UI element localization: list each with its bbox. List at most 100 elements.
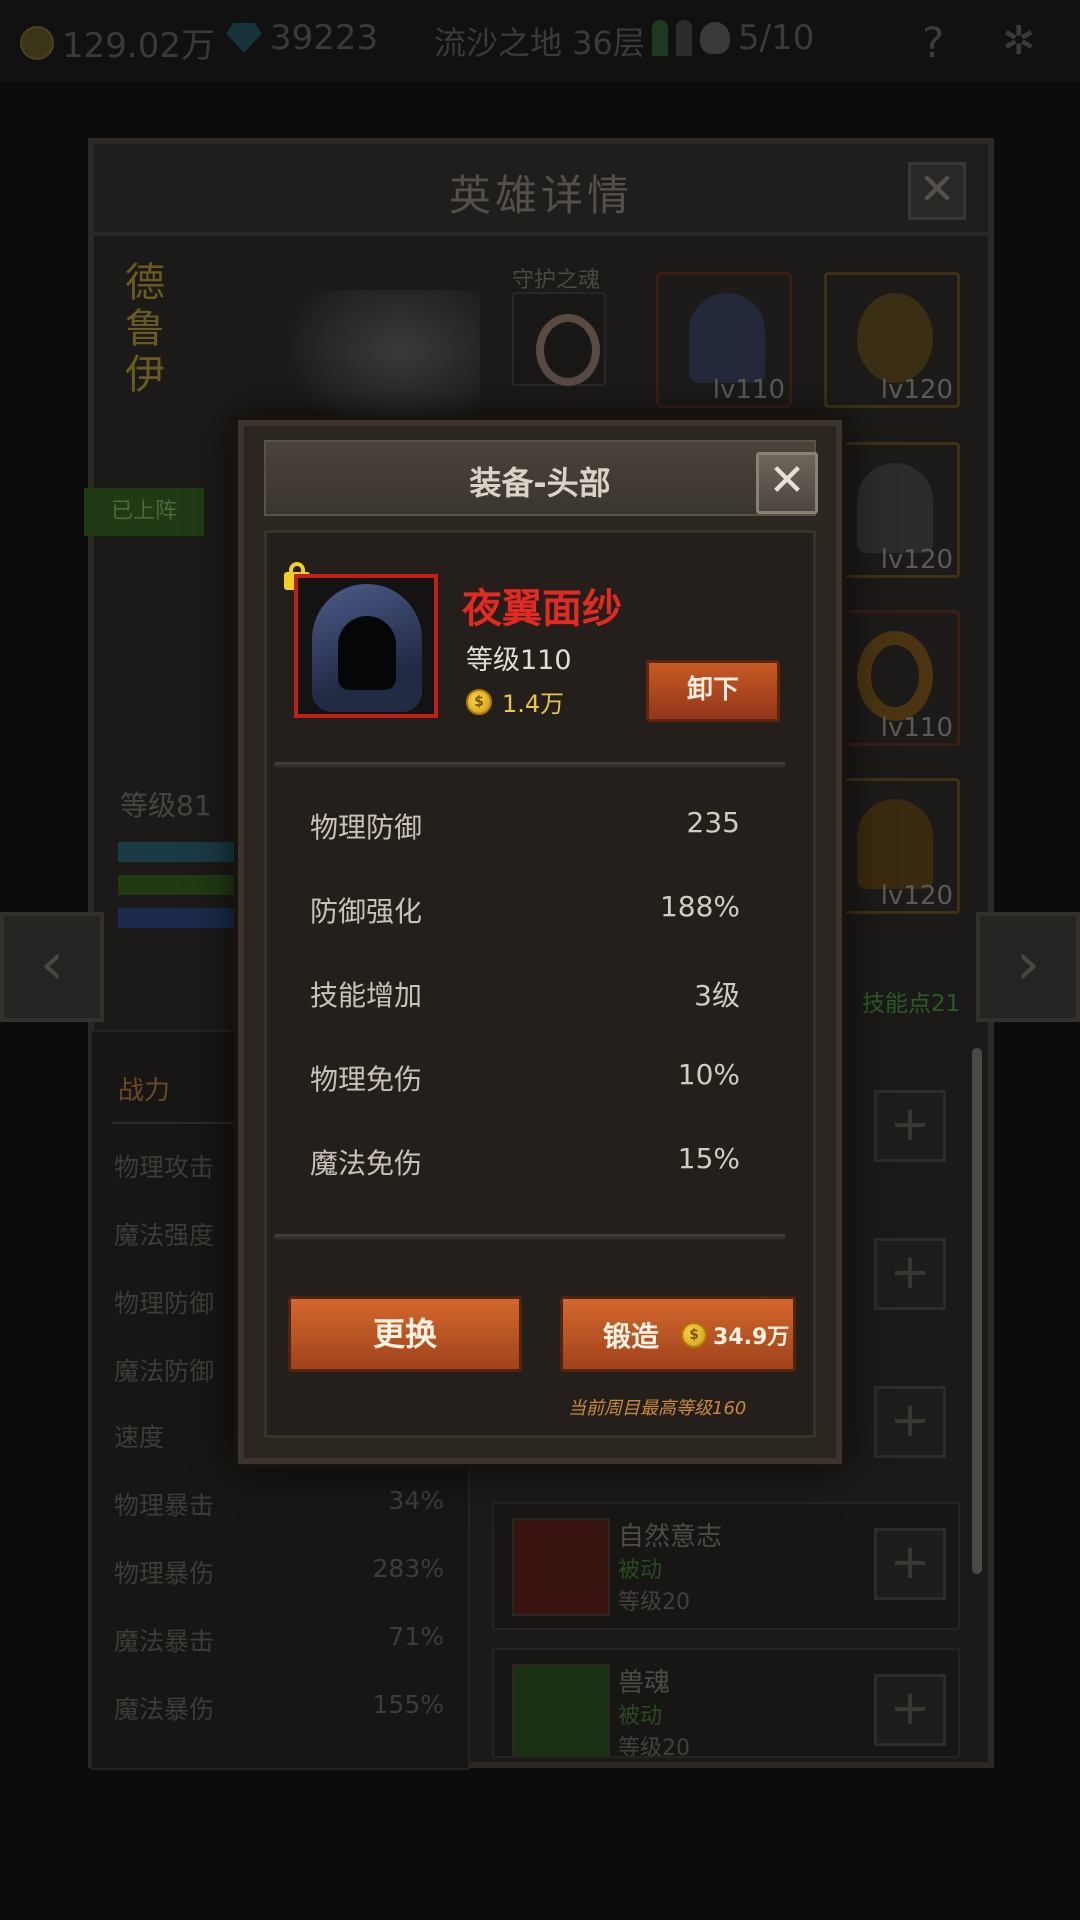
hero-portrait-wolf [280,290,480,440]
skill-name: 自然意志 [618,1522,723,1552]
paw-icon [512,1518,610,1616]
skill-upgrade-button[interactable]: + [874,1528,946,1600]
equipment-modal: 装备-头部 ✕ 夜翼面纱 等级110 $ 1.4万 卸下 物理防御 235 防御强… [238,420,842,1464]
guard-soul-label: 守护之魂 [512,268,601,293]
skill-card[interactable]: 自然意志 被动 等级20 + [492,1502,960,1630]
prev-hero-button[interactable]: ‹ [0,912,104,1022]
ring-icon [857,631,933,721]
key-icon-2 [676,20,692,56]
attribute-label: 魔法免伤 [310,1147,423,1180]
forge-cost-value: 34.9万 [713,1325,790,1350]
attribute-label: 物理免伤 [310,1063,423,1096]
wing-icon [857,799,933,889]
hero-name: 德 鲁 伊 [120,260,170,398]
equip-slot-armor[interactable]: lv120 [824,442,960,578]
skill-level: 等级20 [618,1736,690,1758]
location-label: 流沙之地 36层 [434,18,645,64]
equip-slot-head[interactable]: lv110 [656,272,792,408]
attribute-value: 188% [659,890,740,923]
skill-upgrade-button[interactable]: + [874,1238,946,1310]
attribute-row: 物理免伤 10% [310,1058,740,1098]
hood-icon [689,293,765,383]
equip-level: lv120 [880,881,953,911]
key-amount: 5/10 [738,18,815,58]
equip-level: lv110 [712,375,785,405]
skill-upgrade-button[interactable]: + [874,1386,946,1458]
top-status-bar: 129.02万 39223 流沙之地 36层 5/10 ? ✲ [0,0,1080,82]
hero-bars [118,842,238,941]
coin-icon: $ [466,688,492,715]
close-icon[interactable]: ✕ [756,452,818,514]
stat-value: 155% [372,1690,444,1719]
help-icon: ? [922,18,945,67]
stats-header: 战力 [118,1076,171,1106]
equip-slot-accessory[interactable]: lv120 [824,272,960,408]
stat-label: 物理暴击 [114,1491,215,1520]
skill-type: 被动 [618,1558,663,1583]
attribute-label: 技能增加 [310,979,423,1012]
guard-soul-snake-icon[interactable] [512,292,606,386]
equip-level: lv120 [880,545,953,575]
item-level: 等级110 [466,645,572,676]
divider [274,1234,786,1240]
item-price-value: 1.4万 [502,690,565,718]
replace-button[interactable]: 更换 [288,1296,522,1372]
mana-bar [118,908,238,928]
attribute-value: 3级 [694,979,740,1012]
forge-button[interactable]: 锻造 $ 34.9万 [560,1296,796,1372]
stat-row: 魔法暴击 71% [114,1622,444,1662]
skill-card[interactable]: 兽魂 被动 等级20 + [492,1648,960,1758]
hood-inner [338,616,396,690]
stat-row: 物理暴伤 283% [114,1554,444,1594]
attribute-row: 防御强化 188% [310,890,740,930]
divider [274,762,786,768]
skill-type: 被动 [618,1704,663,1729]
attribute-value: 10% [677,1058,740,1091]
forge-cost: $ 34.9万 [681,1319,789,1351]
skill-upgrade-button[interactable]: + [874,1674,946,1746]
unequip-button[interactable]: 卸下 [646,660,780,722]
stat-value: 71% [388,1622,444,1651]
equip-level: lv110 [880,713,953,743]
item-icon-frame[interactable] [294,574,438,718]
exp-bar [118,875,238,895]
stat-value: 283% [372,1554,444,1583]
skill-list-scrollbar[interactable] [972,1048,982,1574]
hero-name-char: 伊 [125,352,165,398]
gold-coin-icon [20,25,54,60]
item-name: 夜翼面纱 [462,586,622,632]
skull-icon [700,22,730,54]
beast-soul-icon [512,1664,610,1756]
attribute-row: 物理防御 235 [310,806,740,846]
stat-label: 物理攻击 [114,1153,215,1182]
equip-slot-offhand[interactable]: lv120 [824,778,960,914]
hero-name-char: 鲁 [125,306,165,352]
location-text: 流沙之地 36层 [434,24,645,62]
stat-label: 物理暴伤 [114,1559,215,1588]
equip-level: lv120 [880,375,953,405]
hood-icon [312,584,422,712]
key-icon [652,20,668,56]
stat-label: 速度 [114,1423,165,1452]
hero-panel-close-button[interactable]: ✕ [908,162,966,220]
modal-header: 装备-头部 [264,440,816,516]
hp-bar [118,842,238,862]
deployed-badge: 已上阵 [84,488,204,536]
stat-row: 物理暴击 34% [114,1486,444,1526]
modal-title: 装备-头部 [469,464,611,502]
equip-slot-ring[interactable]: lv110 [824,610,960,746]
stat-row: 魔法暴伤 155% [114,1690,444,1730]
skill-points: 技能点21 [862,991,961,1017]
stat-label: 魔法暴击 [114,1627,215,1656]
next-hero-button[interactable]: › [976,912,1080,1022]
gem-amount: 39223 [270,18,379,58]
stat-label: 物理防御 [114,1289,215,1318]
armor-icon [857,463,933,553]
key-counter: 5/10 [652,18,814,58]
attribute-value: 235 [686,806,740,839]
settings-button[interactable]: ✲ [1002,18,1036,64]
item-price: $ 1.4万 [466,684,564,719]
help-button[interactable]: ? [922,18,944,67]
forge-label: 锻造 [603,1320,660,1353]
skill-upgrade-button[interactable]: + [874,1090,946,1162]
